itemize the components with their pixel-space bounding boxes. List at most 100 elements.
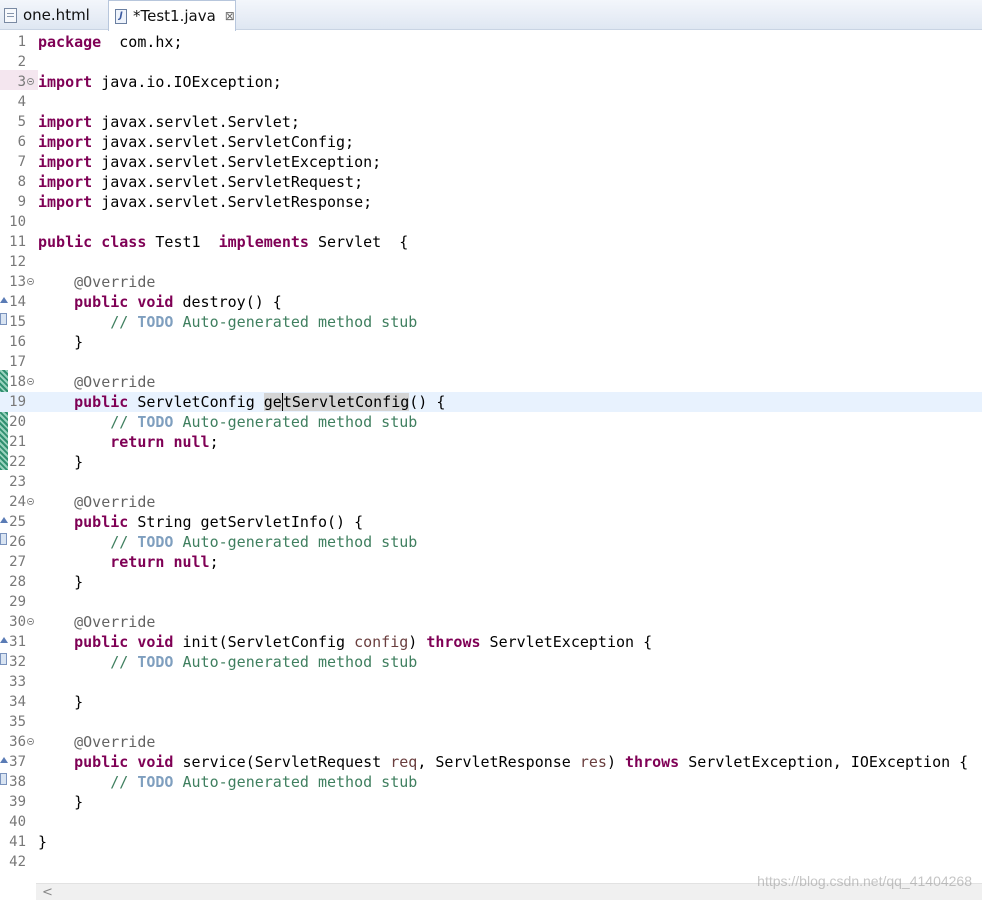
html-file-icon [4, 7, 17, 23]
code-line[interactable]: 18 @Override [0, 372, 982, 392]
code-text[interactable]: public void destroy() { [38, 292, 282, 312]
code-text[interactable]: // TODO Auto-generated method stub [38, 412, 417, 432]
code-text[interactable]: package com.hx; [38, 32, 183, 52]
code-text[interactable]: public void service(ServletRequest req, … [38, 752, 968, 772]
code-text[interactable]: // TODO Auto-generated method stub [38, 532, 417, 552]
line-number: 34 [9, 694, 26, 710]
code-line[interactable]: 15 // TODO Auto-generated method stub [0, 312, 982, 332]
code-token: void [137, 633, 174, 651]
code-text[interactable]: @Override [38, 492, 155, 512]
code-line[interactable]: 29 [0, 592, 982, 612]
code-text[interactable]: @Override [38, 272, 155, 292]
code-line[interactable]: 3 import java.io.IOException; [0, 72, 982, 92]
code-line[interactable]: 26 // TODO Auto-generated method stub [0, 532, 982, 552]
code-line[interactable]: 31 public void init(ServletConfig config… [0, 632, 982, 652]
code-text[interactable]: } [38, 832, 47, 852]
code-line[interactable]: 13 @Override [0, 272, 982, 292]
code-text[interactable]: // TODO Auto-generated method stub [38, 772, 417, 792]
fold-toggle-icon[interactable] [27, 278, 34, 285]
code-line[interactable]: 27 return null; [0, 552, 982, 572]
code-line[interactable]: 10 [0, 212, 982, 232]
code-line[interactable]: 4 [0, 92, 982, 112]
code-line[interactable]: 24 @Override [0, 492, 982, 512]
code-text[interactable]: return null; [38, 432, 218, 452]
code-line[interactable]: 33 [0, 672, 982, 692]
code-line[interactable]: 5 import javax.servlet.Servlet; [0, 112, 982, 132]
code-text[interactable]: return null; [38, 552, 218, 572]
code-line[interactable]: 14 public void destroy() { [0, 292, 982, 312]
code-text[interactable]: public void init(ServletConfig config) t… [38, 632, 652, 652]
code-line[interactable]: 21 return null; [0, 432, 982, 452]
code-token: public [38, 233, 93, 251]
code-text[interactable]: import javax.servlet.ServletResponse; [38, 192, 372, 212]
code-text[interactable]: // TODO Auto-generated method stub [38, 312, 417, 332]
code-line[interactable]: 41} [0, 832, 982, 852]
code-text[interactable]: } [38, 692, 83, 712]
code-token: } [38, 453, 84, 471]
code-text[interactable]: @Override [38, 732, 155, 752]
code-token: destroy() { [173, 293, 282, 311]
code-line[interactable]: 35 [0, 712, 982, 732]
close-tab-icon[interactable]: ⊠ [225, 9, 235, 23]
code-line[interactable]: 11 public class Test1 implements Servlet … [0, 232, 982, 252]
code-line[interactable]: 25 public String getServletInfo() { [0, 512, 982, 532]
code-token: javax.servlet.ServletConfig; [92, 133, 355, 151]
code-line[interactable]: 2 [0, 52, 982, 72]
code-line[interactable]: 39 } [0, 792, 982, 812]
code-token: javax.servlet.ServletResponse; [92, 193, 373, 211]
code-line[interactable]: 30 @Override [0, 612, 982, 632]
code-line[interactable]: 40 [0, 812, 982, 832]
code-text[interactable]: import java.io.IOException; [38, 72, 282, 92]
code-text[interactable]: import javax.servlet.ServletException; [38, 152, 381, 172]
code-text[interactable]: } [38, 452, 83, 472]
line-number: 6 [17, 134, 26, 150]
code-line[interactable]: 19 public ServletConfig getServletConfig… [0, 392, 982, 412]
fold-toggle-icon[interactable] [27, 498, 34, 505]
scroll-left-arrow-icon[interactable]: < [42, 885, 53, 900]
code-line[interactable]: 6 import javax.servlet.ServletConfig; [0, 132, 982, 152]
code-text[interactable]: @Override [38, 372, 155, 392]
code-text[interactable]: // TODO Auto-generated method stub [38, 652, 417, 672]
fold-toggle-icon[interactable] [27, 738, 34, 745]
fold-toggle-icon[interactable] [27, 78, 34, 85]
code-text[interactable]: } [38, 332, 83, 352]
code-line[interactable]: 9 import javax.servlet.ServletResponse; [0, 192, 982, 212]
code-line[interactable]: 28 } [0, 572, 982, 592]
code-token: import [38, 73, 93, 91]
code-line[interactable]: 42 [0, 852, 982, 872]
code-text[interactable]: import javax.servlet.ServletConfig; [38, 132, 354, 152]
code-text[interactable]: import javax.servlet.Servlet; [38, 112, 300, 132]
code-line[interactable]: 32 // TODO Auto-generated method stub [0, 652, 982, 672]
fold-toggle-icon[interactable] [27, 378, 34, 385]
code-line[interactable]: 20 // TODO Auto-generated method stub [0, 412, 982, 432]
code-line[interactable]: 34 } [0, 692, 982, 712]
code-text[interactable]: public String getServletInfo() { [38, 512, 363, 532]
code-line[interactable]: 8 import javax.servlet.ServletRequest; [0, 172, 982, 192]
code-line[interactable]: 16 } [0, 332, 982, 352]
code-line[interactable]: 37 public void service(ServletRequest re… [0, 752, 982, 772]
fold-toggle-icon[interactable] [27, 618, 34, 625]
code-token: @Override [74, 493, 156, 511]
code-token: throws [426, 633, 481, 651]
code-line[interactable]: 23 [0, 472, 982, 492]
code-token: return [110, 433, 165, 451]
code-line[interactable]: 38 // TODO Auto-generated method stub [0, 772, 982, 792]
code-text[interactable]: } [38, 572, 83, 592]
code-text[interactable]: public class Test1 implements Servlet { [38, 232, 408, 252]
code-line[interactable]: 12 [0, 252, 982, 272]
code-line[interactable]: 1 package com.hx; [0, 32, 982, 52]
code-line[interactable]: 22 } [0, 452, 982, 472]
code-text[interactable]: import javax.servlet.ServletRequest; [38, 172, 363, 192]
code-editor[interactable]: 1 package com.hx; 2 3 import java.io.IOExcep… [0, 30, 982, 883]
code-token: return [110, 553, 165, 571]
code-text[interactable]: } [38, 792, 83, 812]
tab-test1-java[interactable]: J *Test1.java ⊠ [108, 0, 236, 31]
code-line[interactable]: 7 import javax.servlet.ServletException; [0, 152, 982, 172]
code-line[interactable]: 36 @Override [0, 732, 982, 752]
code-text[interactable]: public ServletConfig getServletConfig() … [38, 392, 445, 412]
tab-one-html[interactable]: one.html [0, 0, 108, 30]
code-text[interactable]: @Override [38, 612, 155, 632]
code-line[interactable]: 17 [0, 352, 982, 372]
